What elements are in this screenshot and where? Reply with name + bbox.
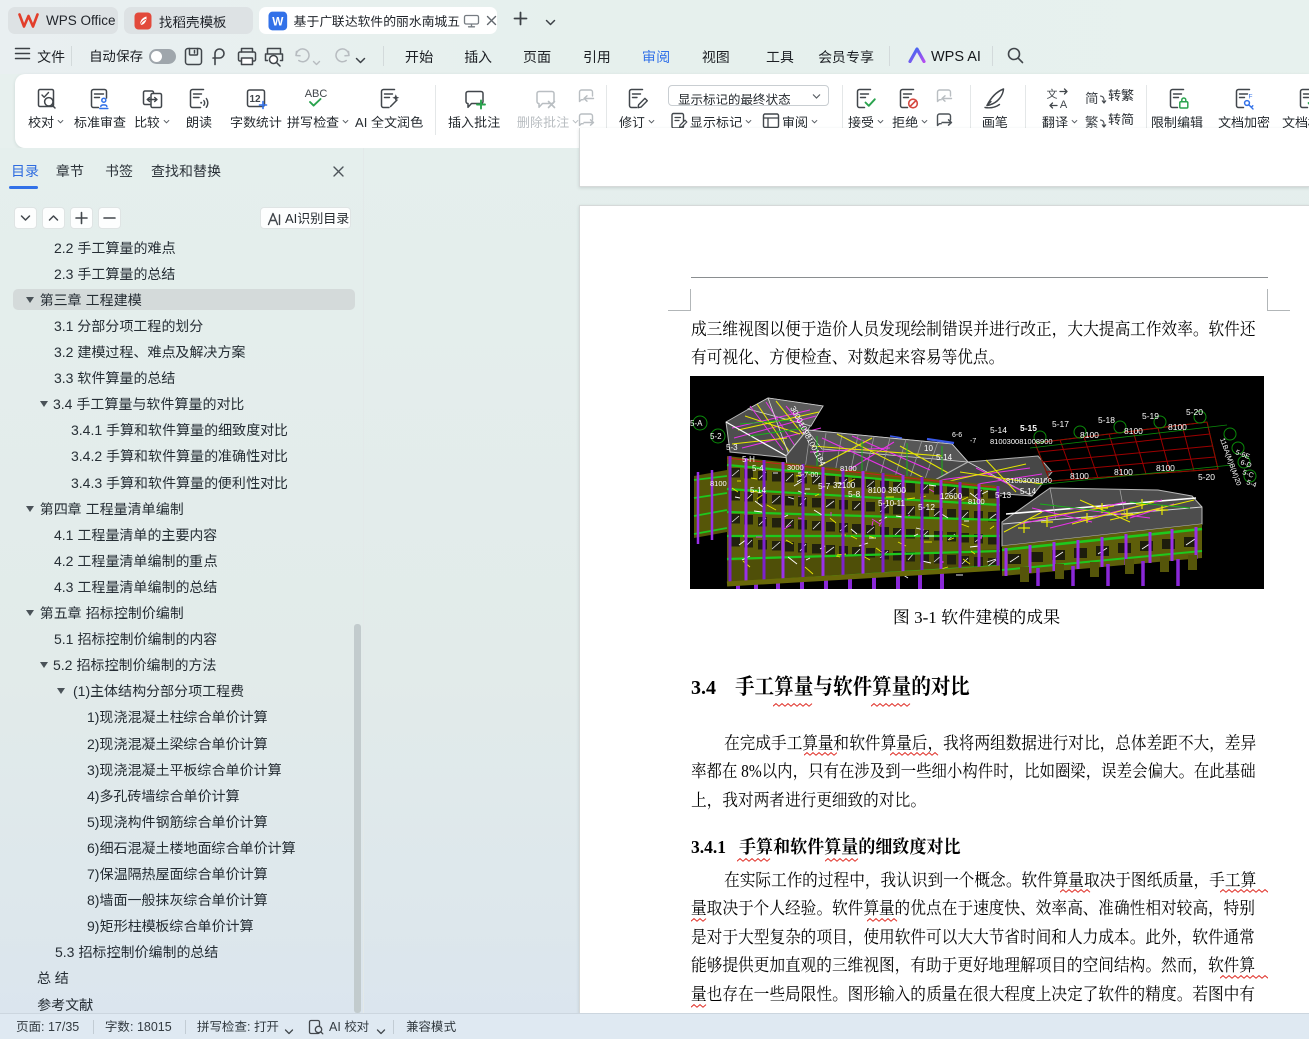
svg-text:A: A bbox=[1060, 99, 1068, 110]
svg-text:8100: 8100 bbox=[840, 464, 857, 473]
svg-text:6-6: 6-6 bbox=[952, 432, 962, 439]
svg-text:ABC: ABC bbox=[305, 88, 328, 100]
svg-text:12: 12 bbox=[249, 94, 261, 105]
svg-text:文: 文 bbox=[1047, 87, 1059, 102]
svg-text:5-17: 5-17 bbox=[1052, 419, 1069, 429]
svg-text:-7: -7 bbox=[970, 438, 976, 445]
svg-text:5-7: 5-7 bbox=[818, 481, 831, 491]
svg-text:5-8: 5-8 bbox=[848, 489, 861, 499]
svg-text:W: W bbox=[272, 15, 284, 28]
svg-text:8100: 8100 bbox=[1080, 430, 1099, 440]
svg-text:5-12: 5-12 bbox=[918, 502, 935, 512]
svg-text:F: F bbox=[1249, 94, 1253, 101]
svg-text:8100: 8100 bbox=[1156, 463, 1175, 473]
svg-text:10: 10 bbox=[924, 444, 933, 453]
svg-text:5-4: 5-4 bbox=[752, 464, 764, 473]
svg-text:8100: 8100 bbox=[710, 479, 727, 488]
svg-text:5-7-00: 5-7-00 bbox=[798, 472, 818, 479]
svg-text:5-14: 5-14 bbox=[936, 453, 953, 462]
svg-text:5-2: 5-2 bbox=[710, 432, 722, 441]
svg-text:8100 3900: 8100 3900 bbox=[868, 486, 906, 495]
svg-text:3000: 3000 bbox=[787, 463, 804, 472]
svg-text:5-10-11: 5-10-11 bbox=[878, 499, 906, 508]
svg-text:5-13: 5-13 bbox=[995, 491, 1012, 500]
svg-text:810030081008900: 810030081008900 bbox=[990, 437, 1053, 446]
svg-text:5-14: 5-14 bbox=[1020, 487, 1037, 496]
svg-text:8100: 8100 bbox=[1124, 426, 1143, 436]
svg-text:8100: 8100 bbox=[1070, 471, 1089, 481]
svg-text:5-19: 5-19 bbox=[1142, 411, 1159, 421]
svg-text:5-3: 5-3 bbox=[726, 443, 738, 452]
svg-text:5-14: 5-14 bbox=[750, 486, 767, 495]
svg-text:8100: 8100 bbox=[1168, 422, 1187, 432]
svg-text:5-14: 5-14 bbox=[990, 425, 1007, 435]
svg-text:12600: 12600 bbox=[940, 492, 963, 501]
svg-text:81003008100: 81003008100 bbox=[1006, 476, 1052, 485]
svg-text:5-20: 5-20 bbox=[1198, 472, 1215, 482]
svg-text:8100: 8100 bbox=[968, 497, 985, 506]
svg-text:5-15: 5-15 bbox=[1020, 423, 1037, 433]
svg-text:8100: 8100 bbox=[1114, 467, 1133, 477]
svg-text:5-18: 5-18 bbox=[1098, 415, 1115, 425]
svg-text:5-A: 5-A bbox=[690, 419, 703, 428]
svg-text:5-H: 5-H bbox=[742, 455, 755, 464]
svg-text:5-20: 5-20 bbox=[1186, 407, 1203, 417]
